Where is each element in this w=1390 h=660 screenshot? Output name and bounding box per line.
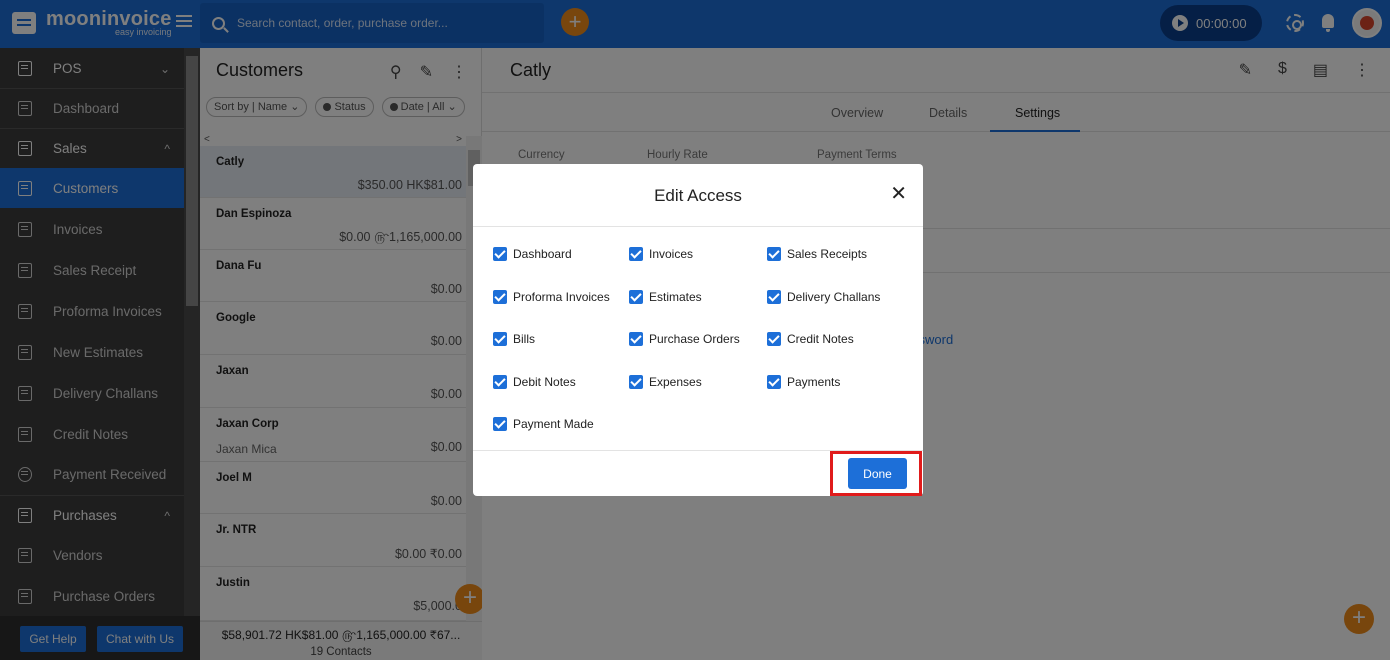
access-checkbox-payments[interactable]: Payments (767, 375, 840, 389)
access-checkbox-debit-notes[interactable]: Debit Notes (493, 375, 576, 389)
checkbox-checked-icon (629, 375, 643, 389)
access-checkbox-dashboard[interactable]: Dashboard (493, 247, 572, 261)
checkbox-checked-icon (629, 332, 643, 346)
checkbox-checked-icon (493, 332, 507, 346)
access-checkbox-estimates[interactable]: Estimates (629, 290, 702, 304)
checkbox-checked-icon (493, 247, 507, 261)
checkbox-checked-icon (767, 375, 781, 389)
edit-access-dialog: Edit Access ✕ Dashboard Invoices Sales R… (473, 164, 923, 496)
checkbox-checked-icon (629, 290, 643, 304)
checkbox-checked-icon (493, 375, 507, 389)
access-checkbox-sales-receipts[interactable]: Sales Receipts (767, 247, 867, 261)
checkbox-checked-icon (493, 290, 507, 304)
access-checkbox-purchase-orders[interactable]: Purchase Orders (629, 332, 740, 346)
checkbox-checked-icon (493, 417, 507, 431)
close-icon[interactable]: ✕ (890, 184, 907, 204)
dialog-title: Edit Access (654, 186, 742, 205)
done-button[interactable]: Done (848, 458, 907, 489)
checkbox-checked-icon (767, 290, 781, 304)
checkbox-checked-icon (767, 247, 781, 261)
checkbox-checked-icon (629, 247, 643, 261)
checkbox-checked-icon (767, 332, 781, 346)
access-checkbox-delivery-challans[interactable]: Delivery Challans (767, 290, 880, 304)
access-checkbox-payment-made[interactable]: Payment Made (493, 417, 594, 431)
access-checkbox-proforma-invoices[interactable]: Proforma Invoices (493, 290, 610, 304)
access-checkbox-expenses[interactable]: Expenses (629, 375, 702, 389)
access-checkbox-bills[interactable]: Bills (493, 332, 535, 346)
access-checkbox-credit-notes[interactable]: Credit Notes (767, 332, 854, 346)
access-checkbox-invoices[interactable]: Invoices (629, 247, 693, 261)
